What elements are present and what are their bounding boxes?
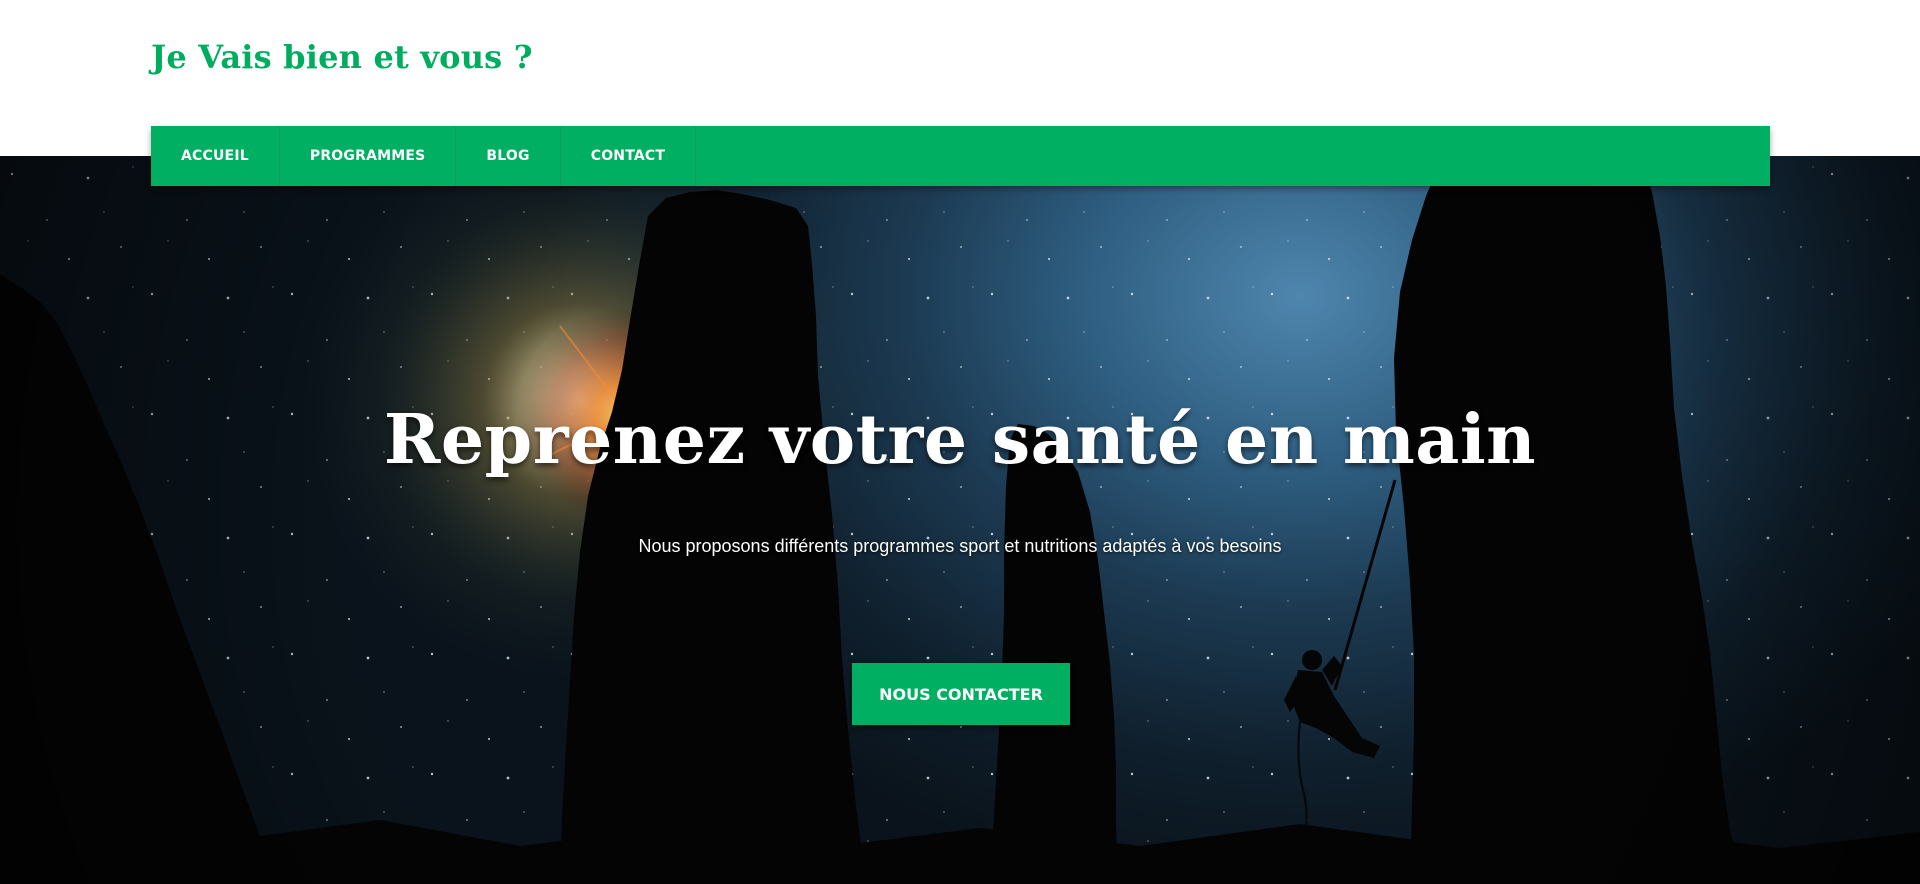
- hero-title: Reprenez votre santé en main: [383, 400, 1537, 480]
- hero-background-image: [0, 156, 1920, 884]
- main-nav: ACCUEIL PROGRAMMES BLOG CONTACT: [151, 126, 1770, 186]
- site-title[interactable]: Je Vais bien et vous ?: [151, 38, 533, 76]
- hero-section: [0, 156, 1920, 884]
- nav-item-accueil[interactable]: ACCUEIL: [151, 126, 280, 186]
- nav-item-programmes[interactable]: PROGRAMMES: [280, 126, 457, 186]
- contact-cta-button[interactable]: NOUS CONTACTER: [852, 663, 1070, 725]
- nav-item-blog[interactable]: BLOG: [456, 126, 561, 186]
- hero-subtitle: Nous proposons différents programmes spo…: [638, 536, 1282, 556]
- nav-item-contact[interactable]: CONTACT: [561, 126, 697, 186]
